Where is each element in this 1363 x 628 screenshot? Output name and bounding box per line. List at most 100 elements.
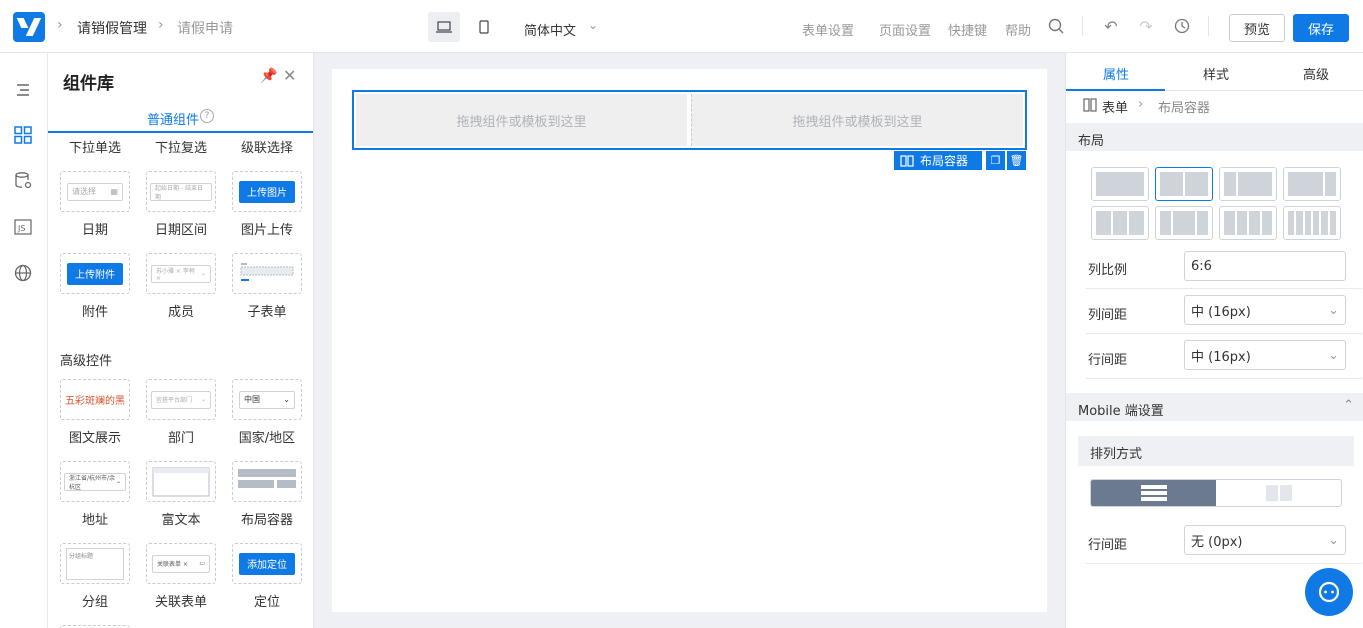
- mobile-view-button[interactable]: [468, 12, 500, 42]
- drop-zone-left[interactable]: 拖拽组件或模板到这里: [356, 94, 687, 146]
- breadcrumb-form[interactable]: 表单: [1102, 97, 1128, 116]
- divider: [1086, 288, 1362, 289]
- component-card-location[interactable]: 添加定位: [232, 543, 302, 584]
- search-icon[interactable]: [1046, 16, 1066, 36]
- preview-button[interactable]: 预览: [1229, 14, 1285, 42]
- layout-option-4col[interactable]: [1219, 206, 1277, 240]
- layout-option-3col[interactable]: [1091, 206, 1149, 240]
- component-label: 布局容器: [240, 513, 293, 528]
- col-gap-select[interactable]: 中 (16px) ⌄: [1184, 295, 1346, 325]
- support-chat-button[interactable]: [1305, 568, 1353, 616]
- container-tag[interactable]: 布局容器: [894, 151, 982, 170]
- shortcuts-link[interactable]: 快捷键: [948, 20, 987, 39]
- row-gap-label: 行间距: [1088, 353, 1128, 368]
- component-card-date[interactable]: 请选择 ▦: [60, 171, 130, 212]
- outline-icon[interactable]: [12, 79, 34, 101]
- component-label[interactable]: 下拉复选: [138, 137, 224, 156]
- component-library-panel: 组件库 📌 ✕ 普通组件 ? 下拉单选 下拉复选 级联选择 请选择 ▦ 日期 起始…: [48, 53, 314, 628]
- arrange-toggle[interactable]: [1090, 479, 1342, 507]
- component-card-image-upload[interactable]: 上传图片: [232, 171, 302, 212]
- layout-option-1-2-1[interactable]: [1155, 206, 1213, 240]
- component-label: 图文展示: [68, 431, 121, 446]
- chevron-down-icon: ⌄: [1328, 302, 1339, 318]
- layout-option-3-1[interactable]: [1283, 167, 1341, 201]
- breadcrumb-page[interactable]: 请假申请: [177, 18, 233, 38]
- chevron-right-icon: ›: [1138, 97, 1144, 112]
- properties-panel: 属性 样式 高级 表单 › 布局容器 布局 列比例 6:6 列间距 中 (16p…: [1065, 53, 1363, 628]
- component-label[interactable]: 级联选择: [224, 137, 310, 156]
- tab-properties[interactable]: 属性: [1103, 64, 1129, 83]
- form-settings-link[interactable]: 表单设置: [802, 20, 854, 39]
- language-select[interactable]: 简体中文: [524, 20, 576, 39]
- delete-icon[interactable]: 🗑: [1007, 151, 1026, 170]
- component-card-rich-text[interactable]: [146, 461, 216, 502]
- advanced-section-title: 高级控件: [60, 354, 113, 369]
- arrange-header: 排列方式: [1078, 436, 1354, 466]
- component-label: 定位: [253, 595, 280, 610]
- component-card-group[interactable]: 分组标题: [60, 543, 130, 584]
- mobile-row-gap-label: 行间距: [1088, 538, 1128, 553]
- layout-option-1-3[interactable]: [1219, 167, 1277, 201]
- page-settings-link[interactable]: 页面设置: [879, 20, 931, 39]
- tab-basic-components[interactable]: 普通组件: [147, 109, 199, 128]
- arrange-horizontal-option[interactable]: [1216, 480, 1341, 506]
- component-card-member[interactable]: 苏小雅 × 李柯 × ⌄: [146, 253, 216, 294]
- chevron-down-icon: ⌄: [1328, 347, 1339, 363]
- app-logo[interactable]: [13, 12, 45, 42]
- components-icon[interactable]: [12, 124, 34, 146]
- tab-underline: [48, 131, 313, 133]
- layout-option-6col[interactable]: [1283, 206, 1341, 240]
- component-card-linked-form[interactable]: 关联表单 × ▭: [146, 543, 216, 584]
- properties-tabs: 属性 样式 高级: [1066, 53, 1363, 91]
- layout-option-2col[interactable]: [1155, 167, 1213, 201]
- section-mobile[interactable]: Mobile 端设置 ⌃: [1066, 393, 1363, 421]
- layout-option-1col[interactable]: [1091, 167, 1149, 201]
- stack-rows-icon: [1140, 485, 1167, 501]
- component-label[interactable]: 下拉单选: [52, 137, 138, 156]
- chevron-down-icon: ⌄: [283, 395, 290, 404]
- component-card-layout-container[interactable]: [232, 461, 302, 502]
- component-card-subform[interactable]: [232, 253, 302, 294]
- arrange-vertical-option[interactable]: [1091, 480, 1216, 506]
- js-icon[interactable]: JS: [12, 216, 34, 238]
- globe-icon[interactable]: [12, 262, 34, 284]
- tab-advanced[interactable]: 高级: [1303, 64, 1329, 83]
- rich-text-preview-icon: [152, 467, 210, 496]
- component-label: 子表单: [247, 305, 287, 320]
- datasource-icon[interactable]: [12, 170, 34, 192]
- col-gap-label: 列间距: [1088, 308, 1128, 323]
- chevron-down-icon: ⌄: [200, 396, 206, 403]
- row-gap-select[interactable]: 中 (16px) ⌄: [1184, 340, 1346, 370]
- help-icon[interactable]: ?: [200, 109, 214, 123]
- layout-container-selected[interactable]: 拖拽组件或模板到这里 拖拽组件或模板到这里: [352, 90, 1027, 150]
- svg-text:JS: JS: [17, 224, 25, 233]
- chevron-down-icon: ⌄: [200, 270, 206, 277]
- desktop-view-button[interactable]: [428, 12, 460, 42]
- component-card-date-range[interactable]: 起始日期 - 结束日期: [146, 171, 216, 212]
- history-icon[interactable]: [1172, 16, 1192, 36]
- close-icon[interactable]: ✕: [283, 66, 296, 85]
- mobile-row-gap-select[interactable]: 无 (0px) ⌄: [1184, 525, 1346, 555]
- component-label: 部门: [167, 431, 194, 446]
- phone-icon: [479, 20, 489, 34]
- save-button[interactable]: 保存: [1293, 14, 1349, 42]
- component-card-rich-display[interactable]: 五彩斑斓的黑: [60, 379, 130, 420]
- pin-icon[interactable]: 📌: [260, 68, 277, 84]
- headset-icon: [1318, 581, 1340, 603]
- component-label: 日期: [81, 223, 108, 238]
- tab-style[interactable]: 样式: [1203, 64, 1229, 83]
- breadcrumb-app[interactable]: 请销假管理: [77, 18, 147, 38]
- chevron-down-icon: ⌄: [115, 478, 121, 485]
- component-card-attachment[interactable]: 上传附件: [60, 253, 130, 294]
- drop-zone-right[interactable]: 拖拽组件或模板到这里: [691, 94, 1023, 146]
- component-card-department[interactable]: 宜搭平台部门 ⌄: [146, 379, 216, 420]
- col-ratio-input[interactable]: 6:6: [1184, 251, 1346, 281]
- help-link[interactable]: 帮助: [1005, 20, 1031, 39]
- undo-icon[interactable]: ↶: [1101, 16, 1121, 36]
- left-rail: JS: [0, 53, 48, 628]
- component-card-address[interactable]: 浙江省/杭州市/余杭区 ⌄: [60, 461, 130, 502]
- component-card-country[interactable]: 中国 ⌄: [232, 379, 302, 420]
- redo-icon[interactable]: ↷: [1136, 16, 1156, 36]
- document-icon: ▭: [199, 560, 205, 567]
- copy-icon[interactable]: ❐: [986, 151, 1005, 170]
